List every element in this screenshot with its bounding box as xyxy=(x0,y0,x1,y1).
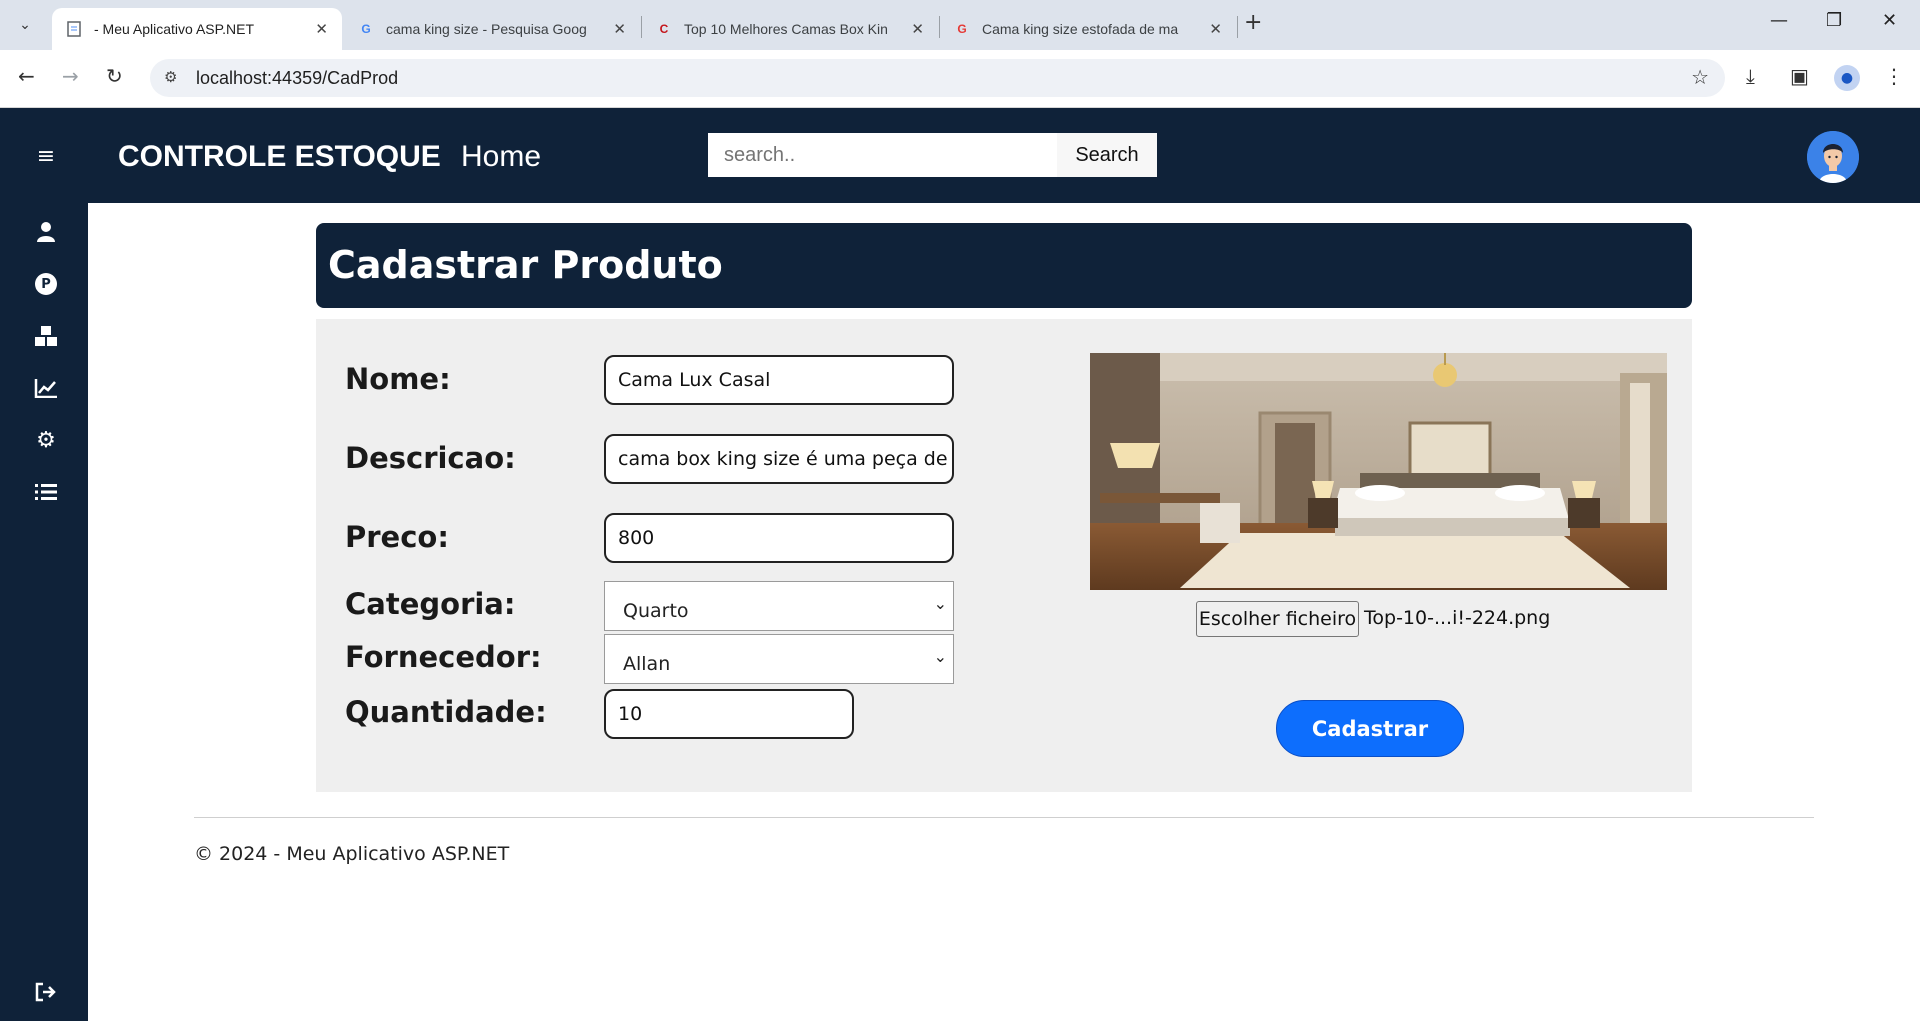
browser-tab-strip: ⌄ - Meu Aplicativo ASP.NET ✕ G cama king… xyxy=(0,0,1920,50)
categoria-select[interactable]: Quarto ⌄ xyxy=(604,581,954,631)
tab-title: cama king size - Pesquisa Goog xyxy=(386,21,587,37)
nome-field[interactable]: Cama Lux Casal xyxy=(604,355,954,405)
gears-icon[interactable]: ⚙ xyxy=(26,424,66,456)
quantidade-label: Quantidade: xyxy=(345,695,547,729)
close-icon[interactable]: ✕ xyxy=(911,20,924,38)
page-header: Cadastrar Produto xyxy=(316,223,1692,308)
product-image-preview xyxy=(1090,353,1667,590)
home-link[interactable]: Home xyxy=(461,140,541,174)
url-text: localhost:44359/CadProd xyxy=(196,68,399,88)
chevron-down-icon: ⌄ xyxy=(933,647,947,666)
choose-file-button[interactable]: Escolher ficheiro xyxy=(1196,601,1359,637)
preco-label: Preco: xyxy=(345,520,449,554)
fornecedor-select[interactable]: Allan ⌄ xyxy=(604,634,954,684)
sidebar: ≡ P ⚙ xyxy=(0,108,88,1021)
site-icon: C xyxy=(659,22,669,36)
page-icon xyxy=(66,21,82,37)
tab-title: Top 10 Melhores Camas Box Kin xyxy=(684,21,888,37)
quantidade-field[interactable]: 10 xyxy=(604,689,854,739)
cadastrar-button[interactable]: Cadastrar xyxy=(1276,700,1464,757)
new-tab-icon[interactable]: + xyxy=(1244,10,1262,35)
restore-icon[interactable]: ❐ xyxy=(1826,10,1842,31)
site-settings-icon[interactable]: ⚙ xyxy=(164,68,177,86)
download-icon[interactable]: ⤓ xyxy=(1746,64,1755,88)
fornecedor-label: Fornecedor: xyxy=(345,640,542,674)
boxes-icon[interactable] xyxy=(26,320,66,352)
descricao-field[interactable]: cama box king size é uma peça de m xyxy=(604,434,954,484)
address-bar[interactable]: ⚙ localhost:44359/CadProd ☆ xyxy=(150,59,1725,97)
profile-icon[interactable]: ● xyxy=(1834,65,1860,91)
close-icon[interactable]: ✕ xyxy=(315,20,328,38)
forward-icon[interactable]: → xyxy=(62,64,79,88)
tab-divider xyxy=(1237,16,1238,38)
product-icon[interactable]: P xyxy=(26,268,66,300)
avatar[interactable] xyxy=(1807,131,1859,183)
footer-divider xyxy=(194,817,1814,818)
close-icon[interactable]: ✕ xyxy=(613,20,626,38)
preco-field[interactable]: 800 xyxy=(604,513,954,563)
tab-search-icon[interactable]: ⌄ xyxy=(10,12,40,38)
menu-icon[interactable]: ≡ xyxy=(26,140,66,172)
categoria-selected-value: Quarto xyxy=(623,600,689,622)
search-button[interactable]: Search xyxy=(1057,133,1157,177)
browser-tab-active[interactable]: - Meu Aplicativo ASP.NET ✕ xyxy=(52,8,342,50)
browser-tab[interactable]: G Cama king size estofada de ma ✕ xyxy=(940,8,1236,50)
chevron-down-icon: ⌄ xyxy=(933,594,947,613)
top-navbar: CONTROLE ESTOQUE Home Search xyxy=(88,108,1920,203)
tab-title: - Meu Aplicativo ASP.NET xyxy=(94,21,255,37)
main-content: Cadastrar Produto Nome: Cama Lux Casal D… xyxy=(88,203,1920,1021)
back-icon[interactable]: ← xyxy=(18,64,35,88)
browser-tab[interactable]: G cama king size - Pesquisa Goog ✕ xyxy=(344,8,640,50)
tab-title: Cama king size estofada de ma xyxy=(982,21,1179,37)
side-panel-icon[interactable]: ▣ xyxy=(1790,64,1809,88)
bookmark-star-icon[interactable]: ☆ xyxy=(1691,65,1709,89)
browser-toolbar: ← → ↻ ⚙ localhost:44359/CadProd ☆ ⤓ ▣ ● … xyxy=(0,50,1920,108)
footer-text: © 2024 - Meu Aplicativo ASP.NET xyxy=(194,843,510,865)
brand-title[interactable]: CONTROLE ESTOQUE xyxy=(118,140,441,174)
search-input[interactable] xyxy=(708,133,1057,177)
browser-tab[interactable]: C Top 10 Melhores Camas Box Kin ✕ xyxy=(642,8,938,50)
site-icon: G xyxy=(957,22,967,36)
user-icon[interactable] xyxy=(26,216,66,248)
close-window-icon[interactable]: ✕ xyxy=(1882,10,1897,31)
list-icon[interactable] xyxy=(26,476,66,508)
sign-out-icon[interactable] xyxy=(26,976,66,1008)
file-name-text: Top-10-...i!-224.png xyxy=(1364,607,1551,629)
nome-label: Nome: xyxy=(345,362,451,396)
minimize-icon[interactable]: — xyxy=(1770,10,1788,31)
google-icon: G xyxy=(361,22,371,36)
more-menu-icon[interactable]: ⋮ xyxy=(1884,64,1904,88)
categoria-label: Categoria: xyxy=(345,587,516,621)
descricao-label: Descricao: xyxy=(345,441,516,475)
chart-line-icon[interactable] xyxy=(26,372,66,404)
page-title: Cadastrar Produto xyxy=(328,243,723,287)
fornecedor-selected-value: Allan xyxy=(623,653,671,675)
reload-icon[interactable]: ↻ xyxy=(106,64,123,88)
product-form: Nome: Cama Lux Casal Descricao: cama box… xyxy=(316,319,1692,792)
close-icon[interactable]: ✕ xyxy=(1209,20,1222,38)
